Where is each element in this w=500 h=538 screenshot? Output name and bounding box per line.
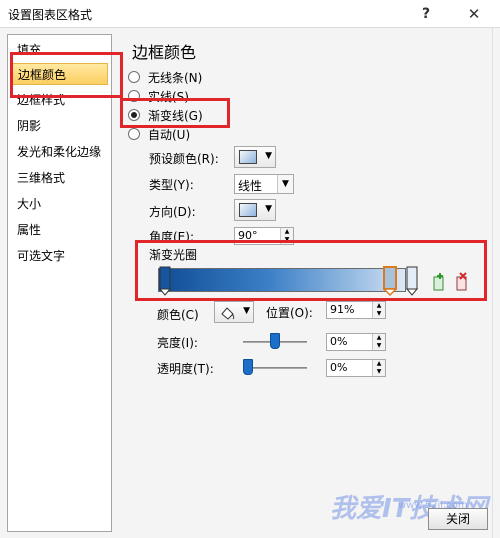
spin-up-icon[interactable]: ▲ [373, 302, 385, 310]
dialog-title: 设置图表区格式 [8, 8, 93, 22]
preset-color-button[interactable]: ▼ [234, 146, 276, 168]
spin-up-icon[interactable]: ▲ [373, 334, 385, 342]
sidebar-item-properties[interactable]: 属性 [11, 219, 108, 241]
transparency-slider-thumb[interactable] [243, 359, 253, 375]
spin-up-icon[interactable]: ▲ [373, 360, 385, 368]
highlight-box-sidebar [10, 52, 123, 98]
title-bar: 设置图表区格式 ? ✕ [0, 0, 500, 28]
paint-bucket-icon [221, 307, 235, 320]
radio-label: 自动(U) [148, 128, 191, 142]
highlight-box-gradient-option [120, 98, 230, 128]
type-label: 类型(Y): [149, 178, 194, 192]
brightness-spinner[interactable]: ▲ ▼ [372, 334, 385, 350]
brightness-value: 0% [330, 335, 348, 348]
type-select[interactable]: 线性 ▼ [234, 174, 294, 194]
position-spinner[interactable]: ▲ ▼ [372, 302, 385, 318]
sidebar-item-3d-format[interactable]: 三维格式 [11, 167, 108, 189]
transparency-label: 透明度(T): [157, 362, 214, 376]
spin-up-icon[interactable]: ▲ [281, 228, 293, 236]
help-button[interactable]: ? [412, 3, 440, 25]
direction-swatch [239, 203, 257, 217]
section-title: 边框颜色 [132, 43, 197, 62]
dialog-right-edge [492, 28, 500, 538]
color-label: 颜色(C) [157, 308, 199, 322]
transparency-spinner[interactable]: ▲ ▼ [372, 360, 385, 376]
close-icon[interactable]: ✕ [460, 3, 488, 25]
spin-down-icon[interactable]: ▼ [373, 368, 385, 376]
sidebar-item-shadow[interactable]: 阴影 [11, 115, 108, 137]
radio-circle[interactable] [128, 71, 140, 83]
sidebar-item-glow[interactable]: 发光和柔化边缘 [11, 141, 108, 163]
type-value: 线性 [238, 179, 263, 193]
preset-swatch [239, 150, 257, 164]
spin-down-icon[interactable]: ▼ [373, 342, 385, 350]
radio-label: 无线条(N) [148, 71, 203, 85]
highlight-box-gradient-stops [135, 240, 487, 301]
chevron-down-icon: ▼ [265, 204, 272, 214]
sidebar-item-size[interactable]: 大小 [11, 193, 108, 215]
preset-color-label: 预设颜色(R): [149, 152, 219, 166]
stop-color-button[interactable]: ▼ [214, 301, 254, 323]
spin-down-icon[interactable]: ▼ [373, 310, 385, 318]
radio-circle[interactable] [128, 128, 140, 140]
position-value: 91% [330, 303, 355, 316]
transparency-input[interactable]: 0% ▲ ▼ [326, 359, 386, 377]
chevron-down-icon: ▼ [243, 306, 250, 316]
sidebar-item-alt-text[interactable]: 可选文字 [11, 245, 108, 267]
chevron-down-icon: ▼ [265, 151, 272, 161]
position-label: 位置(O): [266, 306, 313, 320]
brightness-input[interactable]: 0% ▲ ▼ [326, 333, 386, 351]
transparency-value: 0% [330, 361, 348, 374]
brightness-slider-thumb[interactable] [270, 333, 280, 349]
sidebar: 填充 边框颜色 边框样式 阴影 发光和柔化边缘 三维格式 大小 属性 可选文字 [7, 34, 112, 532]
direction-button[interactable]: ▼ [234, 199, 276, 221]
close-button[interactable]: 关闭 [428, 508, 488, 530]
brightness-label: 亮度(I): [157, 336, 198, 350]
position-input[interactable]: 91% ▲ ▼ [326, 301, 386, 319]
direction-label: 方向(D): [149, 205, 196, 219]
chevron-down-icon[interactable]: ▼ [277, 175, 293, 193]
